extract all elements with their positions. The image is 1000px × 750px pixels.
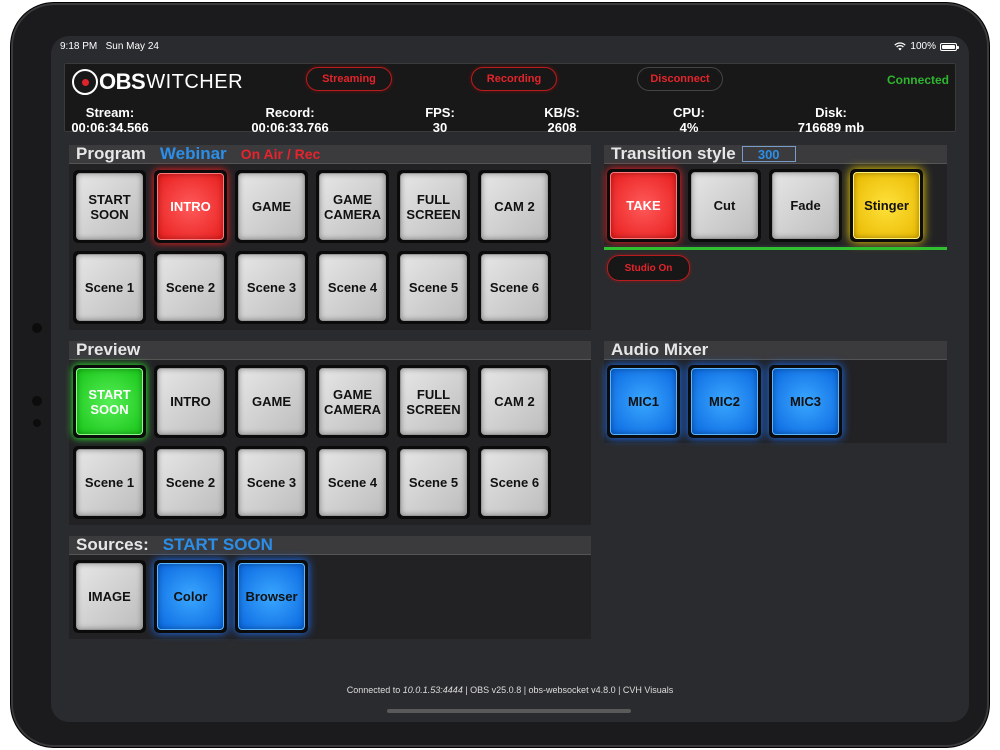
streaming-button[interactable]: Streaming xyxy=(306,67,392,91)
studio-mode-button[interactable]: Studio On xyxy=(607,255,690,281)
audio-mixer-header: Audio Mixer xyxy=(604,340,947,360)
footer-address: 10.0.1.53:4444 xyxy=(402,685,463,695)
stat-fps: FPS: 30 xyxy=(425,105,455,135)
stat-kbs: KB/S: 2608 xyxy=(544,105,580,135)
status-right: 100% xyxy=(894,41,959,52)
camera-dot xyxy=(32,323,42,333)
preview-scene-2[interactable]: Scene 2 xyxy=(154,446,227,519)
transition-duration-input[interactable]: 300 xyxy=(741,146,796,162)
audio-mic2-button[interactable]: MIC2 xyxy=(688,365,761,438)
fade-button[interactable]: Fade xyxy=(769,169,842,242)
logo-text-obs: OBS xyxy=(99,69,146,94)
audio-mic1-button[interactable]: MIC1 xyxy=(607,365,680,438)
preview-scene-full-screen[interactable]: FULL SCREEN xyxy=(397,365,470,438)
disconnect-button[interactable]: Disconnect xyxy=(637,67,723,91)
program-header: Program Webinar On Air / Rec xyxy=(69,144,591,164)
take-button[interactable]: TAKE xyxy=(607,169,680,242)
wifi-icon xyxy=(894,42,907,51)
preview-scene-cam-2[interactable]: CAM 2 xyxy=(478,365,551,438)
logo-text-witcher: WITCHER xyxy=(146,70,244,93)
stat-cpu: CPU: 4% xyxy=(673,105,705,135)
preview-scene-4[interactable]: Scene 4 xyxy=(316,446,389,519)
connection-status: Connected xyxy=(886,73,949,87)
sources-header: Sources: START SOON xyxy=(69,535,591,555)
preview-scene-start-soon[interactable]: START SOON xyxy=(73,365,146,438)
program-scene-full-screen[interactable]: FULL SCREEN xyxy=(397,170,470,243)
stinger-button[interactable]: Stinger xyxy=(850,169,923,242)
cut-button[interactable]: Cut xyxy=(688,169,761,242)
preview-scene-6[interactable]: Scene 6 xyxy=(478,446,551,519)
footer-connection-info: Connected to 10.0.1.53:4444 | OBS v25.0.… xyxy=(346,685,674,695)
program-profile: Webinar xyxy=(159,144,227,163)
program-scene-intro[interactable]: INTRO xyxy=(154,170,227,243)
source-browser[interactable]: Browser xyxy=(235,560,308,633)
sensor-dot xyxy=(33,419,41,427)
program-scene-2[interactable]: Scene 2 xyxy=(154,251,227,324)
recording-button[interactable]: Recording xyxy=(471,67,557,91)
program-scene-5[interactable]: Scene 5 xyxy=(397,251,470,324)
control-header: OBS WITCHER Streaming Recording Disconnec… xyxy=(64,63,956,135)
audio-mixer-title: Audio Mixer xyxy=(611,340,709,359)
preview-header: Preview xyxy=(69,340,591,360)
app-logo: OBS WITCHER xyxy=(72,68,243,96)
preview-title: Preview xyxy=(76,340,141,359)
preview-scene-3[interactable]: Scene 3 xyxy=(235,446,308,519)
program-scene-start-soon[interactable]: START SOON xyxy=(73,170,146,243)
battery-text: 100% xyxy=(910,41,936,52)
stat-stream: Stream: 00:06:34.566 xyxy=(71,105,149,135)
on-air-indicator: On Air / Rec xyxy=(240,146,321,162)
source-color[interactable]: Color xyxy=(154,560,227,633)
program-scene-3[interactable]: Scene 3 xyxy=(235,251,308,324)
camera-dot xyxy=(32,396,42,406)
preview-scene-game-camera[interactable]: GAME CAMERA xyxy=(316,365,389,438)
transition-header: Transition style 300 xyxy=(604,144,947,164)
program-scene-game-camera[interactable]: GAME CAMERA xyxy=(316,170,389,243)
program-scene-1[interactable]: Scene 1 xyxy=(73,251,146,324)
sources-scene-name: START SOON xyxy=(162,535,273,554)
program-scene-6[interactable]: Scene 6 xyxy=(478,251,551,324)
source-image[interactable]: IMAGE xyxy=(73,560,146,633)
stat-record: Record: 00:06:33.766 xyxy=(251,105,329,135)
preview-scene-1[interactable]: Scene 1 xyxy=(73,446,146,519)
preview-scene-intro[interactable]: INTRO xyxy=(154,365,227,438)
program-title: Program xyxy=(76,144,146,163)
tablet-bezel: 9:18 PM Sun May 24 100% OBS WITCHER Strea… xyxy=(10,2,990,748)
preview-scene-game[interactable]: GAME xyxy=(235,365,308,438)
record-dot-icon xyxy=(72,69,98,95)
program-scene-game[interactable]: GAME xyxy=(235,170,308,243)
battery-icon xyxy=(940,42,959,51)
sources-title: Sources: xyxy=(76,535,149,554)
transition-title: Transition style xyxy=(611,144,736,163)
status-bar: 9:18 PM Sun May 24 100% xyxy=(51,36,969,56)
preview-scene-5[interactable]: Scene 5 xyxy=(397,446,470,519)
home-indicator[interactable] xyxy=(387,709,631,713)
program-scene-4[interactable]: Scene 4 xyxy=(316,251,389,324)
app-screen: 9:18 PM Sun May 24 100% OBS WITCHER Strea… xyxy=(51,36,969,722)
program-scene-cam-2[interactable]: CAM 2 xyxy=(478,170,551,243)
audio-mic3-button[interactable]: MIC3 xyxy=(769,365,842,438)
sources-panel: Sources: START SOON xyxy=(69,535,591,639)
transition-progress-line xyxy=(604,247,947,250)
stat-disk: Disk: 716689 mb xyxy=(797,105,865,135)
status-time: 9:18 PM Sun May 24 xyxy=(60,41,159,52)
